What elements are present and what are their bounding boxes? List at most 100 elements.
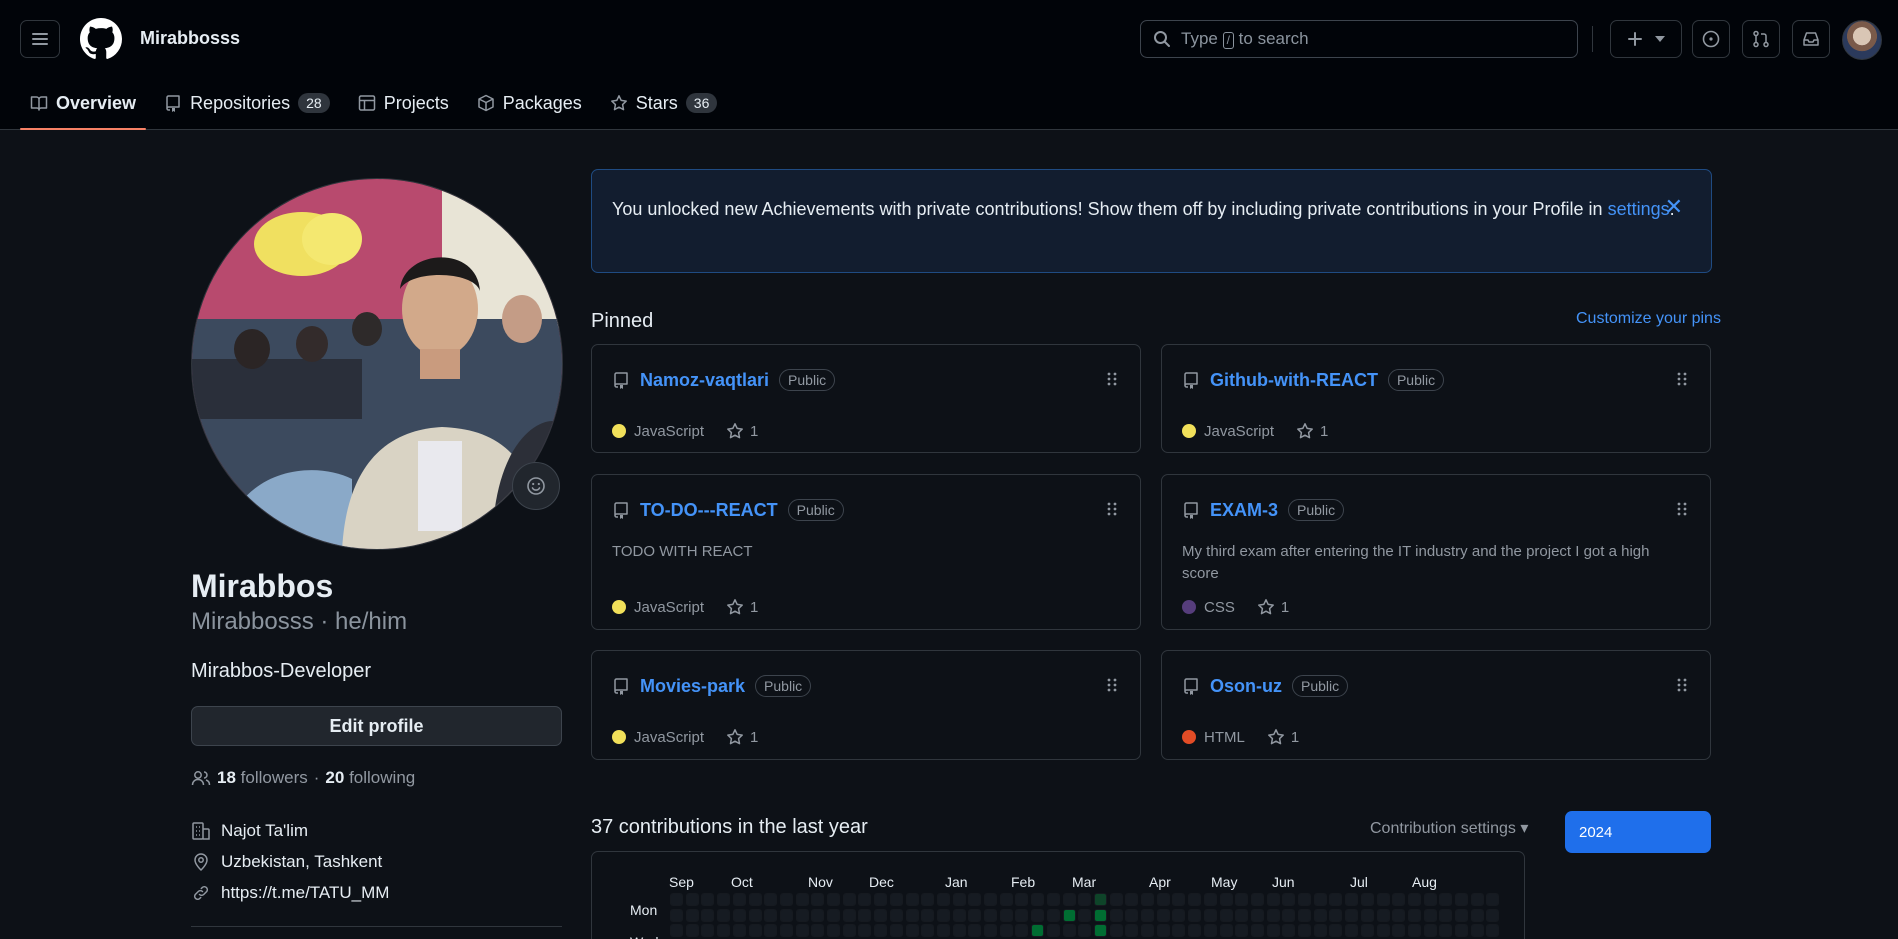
contribution-day-cell[interactable]	[1015, 908, 1029, 922]
contribution-day-cell[interactable]	[779, 924, 793, 938]
contribution-day-cell[interactable]	[921, 924, 935, 938]
contribution-day-cell[interactable]	[921, 908, 935, 922]
drag-handle-icon[interactable]	[1106, 677, 1118, 698]
contribution-day-cell[interactable]	[1298, 908, 1311, 922]
contribution-day-cell[interactable]	[1078, 924, 1092, 938]
contribution-day-cell[interactable]	[952, 893, 966, 906]
contribution-day-cell[interactable]	[1188, 893, 1202, 906]
followers-link[interactable]: 18 followers	[217, 768, 308, 788]
contribution-settings-dropdown[interactable]: Contribution settings ▾	[1370, 818, 1528, 838]
contribution-day-cell[interactable]	[1093, 893, 1107, 906]
contribution-day-cell[interactable]	[1046, 893, 1060, 906]
contribution-day-cell[interactable]	[1423, 893, 1437, 906]
contribution-day-cell[interactable]	[905, 924, 919, 938]
contribution-day-cell[interactable]	[811, 924, 825, 938]
year-2024-button[interactable]: 2024	[1565, 811, 1711, 853]
repo-stars-link[interactable]: 1	[1257, 598, 1289, 616]
contribution-day-cell[interactable]	[1172, 924, 1186, 938]
drag-handle-icon[interactable]	[1106, 371, 1118, 392]
contribution-day-cell[interactable]	[1298, 924, 1311, 938]
contribution-day-cell[interactable]	[1031, 893, 1045, 906]
contribution-day-cell[interactable]	[732, 908, 746, 922]
contribution-day-cell[interactable]	[1031, 924, 1045, 938]
contribution-day-cell[interactable]	[1376, 908, 1390, 922]
contribution-day-cell[interactable]	[1046, 908, 1060, 922]
contribution-day-cell[interactable]	[984, 893, 997, 906]
tab-stars[interactable]: Stars 36	[600, 80, 728, 126]
contribution-day-cell[interactable]	[1203, 893, 1217, 906]
tab-repositories[interactable]: Repositories 28	[154, 80, 340, 126]
contribution-day-cell[interactable]	[1078, 908, 1092, 922]
contribution-day-cell[interactable]	[1470, 908, 1484, 922]
drag-handle-icon[interactable]	[1676, 371, 1688, 392]
contribution-day-cell[interactable]	[1093, 908, 1107, 922]
tab-overview[interactable]: Overview	[20, 80, 147, 130]
contribution-day-cell[interactable]	[1266, 924, 1280, 938]
contribution-day-cell[interactable]	[748, 908, 762, 922]
contribution-day-cell[interactable]	[1125, 924, 1139, 938]
contribution-day-cell[interactable]	[1313, 908, 1327, 922]
set-status-button[interactable]	[512, 462, 560, 510]
contribution-day-cell[interactable]	[1015, 924, 1029, 938]
contribution-day-cell[interactable]	[1219, 908, 1233, 922]
contribution-day-cell[interactable]	[1093, 924, 1107, 938]
contribution-day-cell[interactable]	[1486, 924, 1500, 938]
contribution-day-cell[interactable]	[1156, 908, 1170, 922]
close-icon[interactable]: ✕	[1665, 194, 1683, 220]
contribution-day-cell[interactable]	[1486, 908, 1500, 922]
contribution-day-cell[interactable]	[1282, 924, 1296, 938]
contribution-day-cell[interactable]	[889, 893, 903, 906]
contribution-day-cell[interactable]	[764, 908, 778, 922]
contribution-day-cell[interactable]	[999, 924, 1013, 938]
drag-handle-icon[interactable]	[1676, 677, 1688, 698]
contribution-day-cell[interactable]	[1250, 893, 1264, 906]
contribution-day-cell[interactable]	[1235, 893, 1249, 906]
contribution-day-cell[interactable]	[795, 924, 809, 938]
contribution-day-cell[interactable]	[1046, 924, 1060, 938]
contribution-day-cell[interactable]	[1062, 893, 1076, 906]
repo-stars-link[interactable]: 1	[726, 728, 758, 746]
contribution-day-cell[interactable]	[984, 924, 997, 938]
contribution-day-cell[interactable]	[968, 908, 982, 922]
contribution-day-cell[interactable]	[874, 924, 888, 938]
contribution-day-cell[interactable]	[1313, 924, 1327, 938]
contribution-day-cell[interactable]	[858, 908, 872, 922]
contribution-day-cell[interactable]	[795, 908, 809, 922]
contribution-day-cell[interactable]	[1470, 924, 1484, 938]
contribution-day-cell[interactable]	[1486, 893, 1500, 906]
contribution-day-cell[interactable]	[1250, 908, 1264, 922]
contribution-day-cell[interactable]	[1250, 924, 1264, 938]
contribution-day-cell[interactable]	[936, 924, 950, 938]
contribution-day-cell[interactable]	[1455, 924, 1468, 938]
repo-stars-link[interactable]: 1	[726, 598, 758, 616]
contribution-day-cell[interactable]	[1235, 924, 1249, 938]
contribution-day-cell[interactable]	[984, 908, 997, 922]
contribution-day-cell[interactable]	[685, 893, 699, 906]
contribution-day-cell[interactable]	[827, 924, 840, 938]
contribution-day-cell[interactable]	[1109, 908, 1123, 922]
contribution-day-cell[interactable]	[1235, 908, 1249, 922]
contribution-day-cell[interactable]	[905, 893, 919, 906]
contribution-day-cell[interactable]	[1062, 924, 1076, 938]
search-input[interactable]: Type / to search	[1140, 20, 1578, 58]
contribution-day-cell[interactable]	[670, 893, 683, 906]
contribution-day-cell[interactable]	[748, 893, 762, 906]
contribution-day-cell[interactable]	[1266, 893, 1280, 906]
drag-handle-icon[interactable]	[1106, 501, 1118, 522]
banner-settings-link[interactable]: settings	[1608, 199, 1670, 219]
contribution-day-cell[interactable]	[1376, 893, 1390, 906]
contribution-day-cell[interactable]	[1329, 893, 1343, 906]
contribution-day-cell[interactable]	[921, 893, 935, 906]
contribution-day-cell[interactable]	[1141, 908, 1154, 922]
contribution-day-cell[interactable]	[717, 908, 731, 922]
contribution-day-cell[interactable]	[1423, 924, 1437, 938]
profile-avatar[interactable]	[191, 178, 563, 550]
contribution-day-cell[interactable]	[999, 908, 1013, 922]
inbox-button[interactable]	[1792, 20, 1830, 58]
contribution-day-cell[interactable]	[1345, 908, 1359, 922]
contribution-day-cell[interactable]	[764, 924, 778, 938]
contribution-day-cell[interactable]	[936, 908, 950, 922]
contribution-day-cell[interactable]	[1015, 893, 1029, 906]
contribution-day-cell[interactable]	[1031, 908, 1045, 922]
contribution-day-cell[interactable]	[670, 924, 683, 938]
